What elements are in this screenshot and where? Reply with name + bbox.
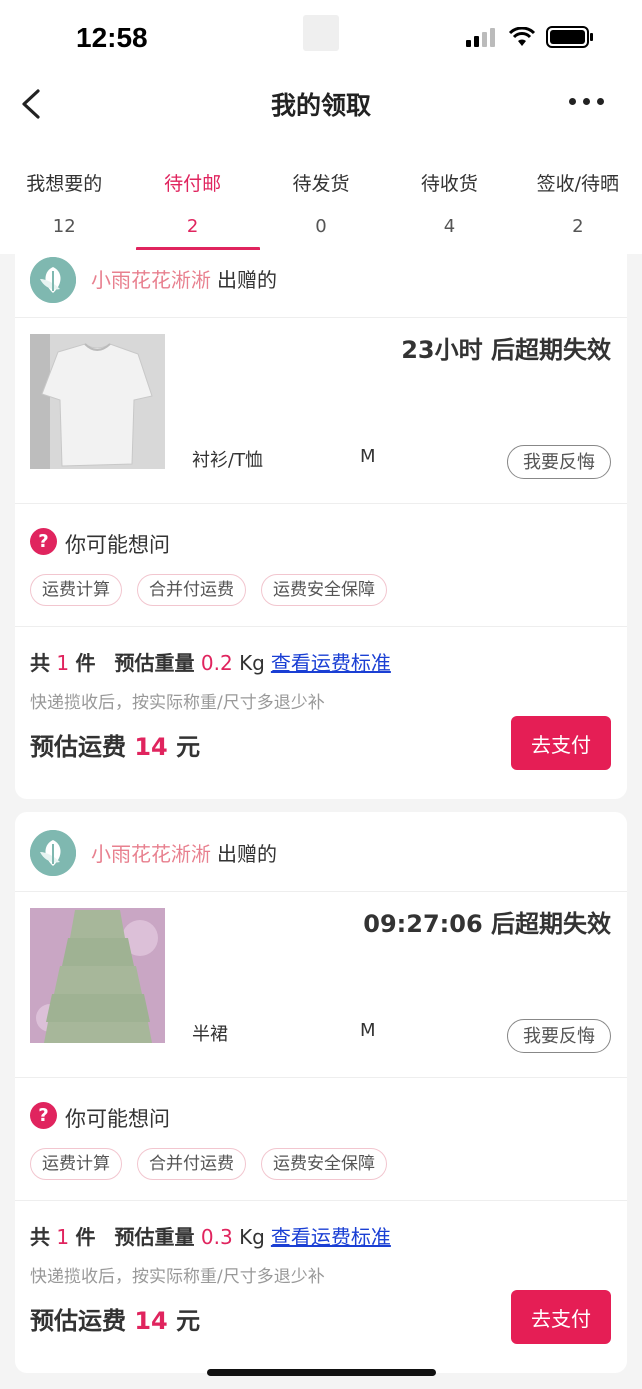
- faq-tag[interactable]: 运费安全保障: [261, 574, 387, 606]
- regret-button[interactable]: 我要反悔: [507, 1019, 611, 1053]
- wifi-icon: [508, 27, 536, 46]
- pay-button[interactable]: 去支付: [511, 716, 611, 770]
- card-header: 小雨花花淅淅 出赠的: [15, 812, 627, 892]
- tab-pending-receipt[interactable]: 待收货 4: [385, 136, 513, 254]
- faq-title: 你可能想问: [65, 533, 170, 557]
- goods-image[interactable]: [30, 334, 165, 469]
- tshirt-photo: [30, 334, 165, 469]
- more-options-icon[interactable]: [569, 98, 604, 105]
- faq-tags: 运费计算 合并付运费 运费安全保障: [30, 1148, 387, 1180]
- question-icon: ?: [30, 528, 57, 555]
- status-center-placeholder: [303, 15, 339, 51]
- expire-countdown: 23小时 后超期失效: [401, 336, 611, 364]
- signal-icon: [466, 28, 495, 47]
- tab-label: 签收/待晒: [536, 173, 620, 195]
- count-prefix: 共: [30, 1225, 50, 1249]
- giver-suffix: 出赠的: [217, 842, 277, 866]
- weight-label: 预估重量: [114, 1225, 195, 1249]
- faq-tag[interactable]: 运费计算: [30, 574, 122, 606]
- faq-section: ? 你可能想问 运费计算 合并付运费 运费安全保障: [15, 504, 627, 627]
- status-time: 12:58: [76, 22, 148, 53]
- count-prefix: 共: [30, 651, 50, 675]
- faq-tag[interactable]: 合并付运费: [137, 574, 246, 606]
- weight-label: 预估重量: [114, 651, 195, 675]
- tab-count: 2: [572, 216, 584, 237]
- faq-title: 你可能想问: [65, 1107, 170, 1131]
- count-unit: 件: [75, 651, 96, 675]
- goods-size: M: [360, 446, 376, 467]
- leaf-logo-icon: [30, 830, 76, 876]
- tab-count: 12: [52, 216, 76, 237]
- leaf-logo-icon: [30, 257, 76, 303]
- giver-line: 小雨花花淅淅 出赠的: [91, 838, 277, 867]
- weight-value: 0.2: [200, 651, 233, 675]
- expire-countdown: 09:27:06 后超期失效: [363, 910, 611, 938]
- giver-name[interactable]: 小雨花花淅淅: [91, 842, 211, 866]
- giver-avatar[interactable]: [30, 830, 76, 876]
- status-icons: [466, 26, 594, 48]
- goods-category: 衬衫/T恤: [192, 450, 264, 471]
- tab-count: 0: [315, 216, 327, 237]
- order-card: 小雨花花淅淅 出赠的 23小时 后超期失效 衬衫/T恤 M 我要反悔 ? 你可能想…: [15, 250, 627, 799]
- weight-note: 快递揽收后，按实际称重/尺寸多退少补: [30, 693, 325, 713]
- faq-tags: 运费计算 合并付运费 运费安全保障: [30, 574, 387, 606]
- tab-label: 我想要的: [26, 173, 103, 195]
- goods-image[interactable]: [30, 908, 165, 1043]
- question-icon: ?: [30, 1102, 57, 1129]
- giver-line: 小雨花花淅淅 出赠的: [91, 264, 277, 293]
- weight-unit: Kg: [239, 651, 265, 675]
- fee-amount: 14: [134, 733, 168, 761]
- faq-tag[interactable]: 合并付运费: [137, 1148, 246, 1180]
- giver-name[interactable]: 小雨花花淅淅: [91, 268, 211, 292]
- fee-standard-link[interactable]: 查看运费标准: [271, 1225, 391, 1249]
- tab-signed-review[interactable]: 签收/待晒 2: [514, 136, 642, 254]
- fee-label: 预估运费: [30, 733, 126, 761]
- fee-amount: 14: [134, 1307, 168, 1335]
- weight-unit: Kg: [239, 1225, 265, 1249]
- goods-info: 23小时 后超期失效 衬衫/T恤 M 我要反悔: [15, 318, 627, 504]
- tab-label: 待付邮: [164, 173, 222, 195]
- goods-category: 半裙: [192, 1024, 228, 1045]
- giver-avatar[interactable]: [30, 257, 76, 303]
- tab-count: 4: [443, 216, 456, 237]
- fee-label: 预估运费: [30, 1307, 126, 1335]
- faq-tag[interactable]: 运费计算: [30, 1148, 122, 1180]
- item-count: 1: [56, 1225, 70, 1249]
- faq-section: ? 你可能想问 运费计算 合并付运费 运费安全保障: [15, 1078, 627, 1201]
- status-tabs: 我想要的 12 待付邮 2 待发货 0 待收货 4 签收/待晒 2: [0, 136, 642, 254]
- pay-button[interactable]: 去支付: [511, 1290, 611, 1344]
- quantity-weight-line: 共 1 件 预估重量 0.3 Kg 查看运费标准: [30, 1221, 391, 1250]
- count-unit: 件: [75, 1225, 96, 1249]
- card-header: 小雨花花淅淅 出赠的: [15, 250, 627, 318]
- home-indicator: [207, 1369, 436, 1376]
- estimated-fee: 预估运费 14 元: [30, 727, 200, 762]
- battery-icon: [546, 26, 593, 48]
- tab-pending-postage[interactable]: 待付邮 2: [128, 136, 256, 254]
- tab-label: 待发货: [292, 173, 350, 195]
- item-count: 1: [56, 651, 70, 675]
- page-title: 我的领取: [270, 91, 371, 120]
- faq-tag[interactable]: 运费安全保障: [261, 1148, 387, 1180]
- fee-unit: 元: [176, 1307, 201, 1335]
- payment-section: 共 1 件 预估重量 0.3 Kg 查看运费标准 快递揽收后，按实际称重/尺寸多退…: [15, 1201, 627, 1373]
- tab-count: 2: [186, 216, 199, 237]
- fee-unit: 元: [176, 733, 201, 761]
- goods-size: M: [360, 1020, 376, 1041]
- nav-bar: 我的领取: [0, 72, 642, 136]
- weight-value: 0.3: [200, 1225, 233, 1249]
- tab-pending-shipment[interactable]: 待发货 0: [257, 136, 385, 254]
- tab-wanted[interactable]: 我想要的 12: [0, 136, 128, 254]
- status-bar: 12:58: [0, 0, 642, 72]
- goods-info: 09:27:06 后超期失效 半裙 M 我要反悔: [15, 892, 627, 1078]
- payment-section: 共 1 件 预估重量 0.2 Kg 查看运费标准 快递揽收后，按实际称重/尺寸多退…: [15, 627, 627, 799]
- regret-button[interactable]: 我要反悔: [507, 445, 611, 479]
- estimated-fee: 预估运费 14 元: [30, 1301, 200, 1336]
- weight-note: 快递揽收后，按实际称重/尺寸多退少补: [30, 1267, 325, 1287]
- fee-standard-link[interactable]: 查看运费标准: [271, 651, 391, 675]
- tab-label: 待收货: [420, 173, 478, 195]
- quantity-weight-line: 共 1 件 预估重量 0.2 Kg 查看运费标准: [30, 647, 391, 676]
- order-card: 小雨花花淅淅 出赠的 09:27:06 后超期失效 半裙 M 我要反悔 ? 你可能…: [15, 812, 627, 1373]
- giver-suffix: 出赠的: [217, 268, 277, 292]
- skirt-photo: [30, 908, 165, 1043]
